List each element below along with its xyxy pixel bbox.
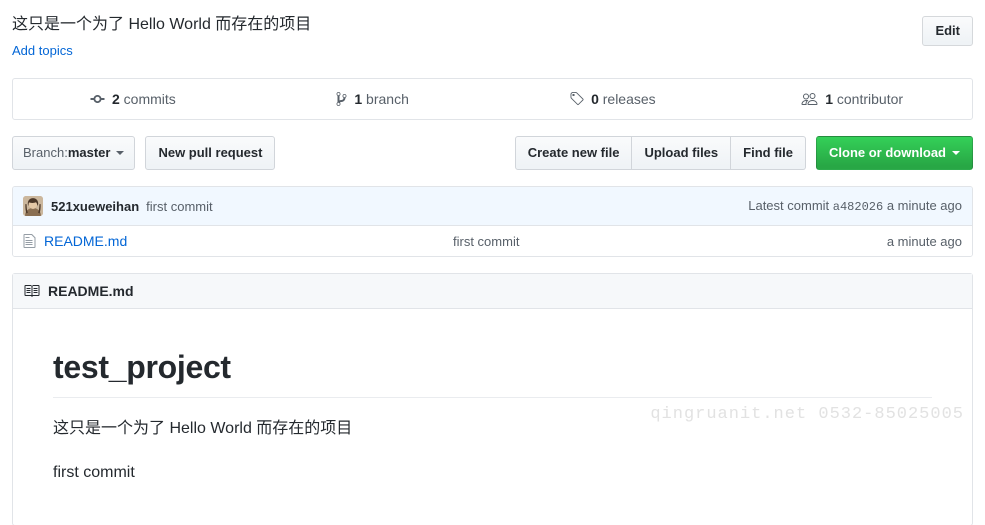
file-nav-right: Create new file Upload files Find file C…	[514, 136, 973, 170]
summary-item-commits[interactable]: 2 commits	[13, 79, 253, 119]
commit-author-link[interactable]: 521xueweihan	[51, 199, 139, 214]
commit-icon	[90, 91, 105, 107]
summary-label-releases: releases	[598, 91, 656, 107]
summary-text-commits: 2 commits	[112, 91, 176, 107]
summary-label-contributors: contributor	[833, 91, 904, 107]
summary-text-branches: 1 branch	[354, 91, 409, 107]
table-row: README.md first commit a minute ago	[13, 226, 972, 256]
chevron-down-icon	[116, 151, 125, 155]
summary-text-contributors: 1 contributor	[825, 91, 903, 107]
branch-icon	[336, 91, 347, 107]
readme-heading: test_project	[53, 347, 932, 398]
find-file-button[interactable]: Find file	[731, 136, 806, 170]
summary-count-commits: 2	[111, 91, 120, 107]
file-nav-left: Branch: master New pull request	[12, 136, 276, 170]
edit-button[interactable]: Edit	[922, 16, 973, 46]
file-icon	[23, 233, 36, 249]
readme-paragraph-2: first commit	[53, 463, 135, 481]
summary-item-contributors[interactable]: 1 contributor	[732, 79, 972, 119]
chevron-down-icon	[952, 151, 960, 155]
repo-description-row: 这只是一个为了 Hello World 而存在的项目 Add topics Ed…	[4, 0, 981, 60]
file-name-link[interactable]: README.md	[44, 233, 127, 249]
new-pull-request-button[interactable]: New pull request	[145, 136, 276, 170]
file-row-name-cell: README.md	[23, 233, 453, 249]
readme-header: README.md	[13, 274, 972, 309]
clone-or-download-button[interactable]: Clone or download	[816, 136, 973, 170]
summary-label-commits: commits	[119, 91, 176, 107]
commit-message-link[interactable]: first commit	[146, 199, 212, 214]
add-topics-link[interactable]: Add topics	[12, 42, 73, 60]
file-action-button-group: Create new file Upload files Find file	[514, 136, 806, 170]
file-list-container: 521xueweihan first commit Latest commit …	[12, 186, 973, 257]
readme-body: test_project 这只是一个为了 Hello World 而存在的项目 …	[13, 309, 972, 525]
branch-name-label: master	[67, 145, 111, 160]
summary-count-contributors: 1	[825, 91, 833, 107]
repository-page: 这只是一个为了 Hello World 而存在的项目 Add topics Ed…	[0, 0, 985, 525]
clone-or-download-label: Clone or download	[829, 145, 946, 160]
summary-count-branches: 1	[354, 91, 363, 107]
readme-paragraph-1: 这只是一个为了 Hello World 而存在的项目	[53, 420, 353, 437]
summary-item-releases[interactable]: 0 releases	[493, 79, 733, 119]
tag-icon	[569, 91, 584, 107]
commit-tease-left: 521xueweihan first commit	[23, 196, 213, 216]
file-commit-message[interactable]: first commit	[453, 234, 887, 249]
summary-count-releases: 0	[591, 91, 599, 107]
description-block: 这只是一个为了 Hello World 而存在的项目 Add topics	[12, 14, 906, 60]
upload-files-button[interactable]: Upload files	[632, 136, 732, 170]
summary-text-releases: 0 releases	[591, 91, 656, 107]
readme-header-title: README.md	[48, 283, 134, 299]
commit-tease-right: Latest commit a482026 a minute ago	[748, 198, 962, 214]
readme-panel: README.md test_project 这只是一个为了 Hello Wor…	[12, 273, 973, 525]
numbers-summary-bar: 2 commits 1 branch 0 releases 1 contribu…	[12, 78, 973, 120]
commit-age: a minute ago	[886, 198, 962, 213]
latest-commit-label: Latest commit	[748, 198, 830, 213]
summary-label-branches: branch	[362, 91, 409, 107]
commit-sha-link[interactable]: a482026	[833, 200, 883, 214]
commit-tease: 521xueweihan first commit Latest commit …	[13, 187, 972, 226]
file-age: a minute ago	[886, 233, 962, 249]
create-new-file-button[interactable]: Create new file	[514, 136, 633, 170]
summary-item-branches[interactable]: 1 branch	[253, 79, 493, 119]
avatar	[23, 196, 43, 216]
file-navigation-toolbar: Branch: master New pull request Create n…	[12, 136, 973, 170]
branch-select-button[interactable]: Branch: master	[12, 136, 136, 170]
book-icon	[23, 283, 40, 299]
people-icon	[801, 91, 818, 107]
branch-prefix-label: Branch:	[23, 145, 68, 160]
repo-description: 这只是一个为了 Hello World 而存在的项目	[12, 16, 312, 33]
